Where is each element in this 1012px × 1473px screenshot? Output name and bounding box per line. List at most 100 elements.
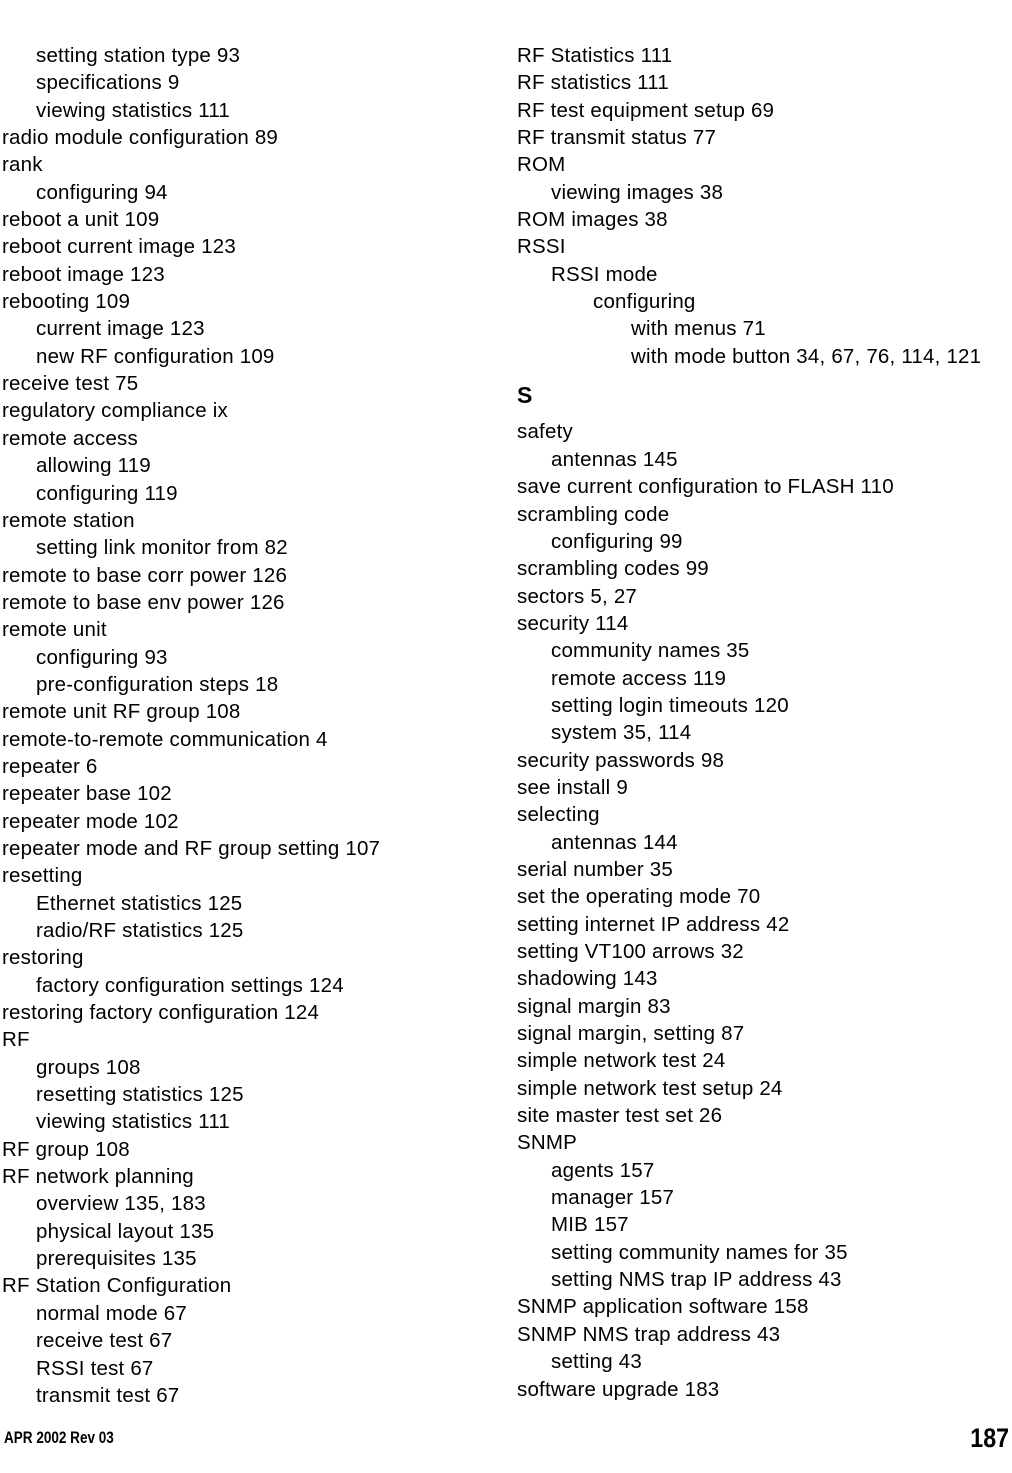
index-entry: resetting statistics 125 (36, 1083, 244, 1107)
index-entry: RF statistics 111 (517, 71, 669, 95)
index-page: setting station type 93 specifications 9 v… (0, 0, 1012, 1473)
index-entry: repeater mode and RF group setting 107 (2, 836, 381, 860)
index-entry: remote to base corr power 126 (2, 563, 288, 587)
index-entry: remote-to-remote communication 4 (2, 727, 328, 751)
index-entry: restoring (2, 946, 84, 970)
index-entry: antennas 145 (551, 447, 678, 471)
index-entry: setting link monitor from 82 (36, 536, 288, 560)
index-entry: RF transmit status 77 (517, 126, 717, 150)
index-entry: configuring 99 (551, 529, 683, 553)
index-entry: setting internet IP address 42 (517, 912, 790, 936)
index-entry: viewing images 38 (551, 180, 724, 204)
index-entry: setting station type 93 (36, 44, 241, 67)
index-entry: security passwords 98 (517, 748, 725, 772)
index-entry: scrambling codes 99 (517, 557, 709, 581)
index-entry: configuring 93 (36, 645, 168, 669)
index-entry: agents 157 (551, 1158, 655, 1182)
index-entry: simple network test 24 (517, 1049, 726, 1073)
index-column-right: RF Statistics 111 RF statistics 111 RF tes… (517, 42, 1012, 1403)
index-entry: signal margin, setting 87 (517, 1022, 745, 1046)
index-entry: new RF configuration 109 (36, 344, 275, 368)
index-entry: site master test set 26 (517, 1104, 723, 1128)
index-entry: radio/RF statistics 125 (36, 919, 244, 942)
index-entry: regulatory compliance ix (2, 399, 228, 423)
index-entry: safety (517, 420, 573, 444)
index-entry: set the operating mode 70 (517, 885, 761, 909)
index-entry: current image 123 (36, 317, 205, 341)
page-number: 187 (970, 1423, 1009, 1453)
index-entry: configuring 119 (36, 481, 178, 505)
index-entry: reboot a unit 109 (2, 208, 160, 232)
index-entry: RF group 108 (2, 1137, 130, 1161)
index-entry: transmit test 67 (36, 1383, 180, 1407)
index-entry: resetting (2, 864, 83, 888)
index-entry: shadowing 143 (517, 967, 658, 991)
index-entry: physical layout 135 (36, 1219, 215, 1243)
index-entry: viewing statistics 111 (36, 1110, 231, 1134)
index-entry: configuring (593, 290, 696, 314)
index-entry: configuring 94 (36, 180, 168, 204)
index-entry: setting 43 (551, 1350, 642, 1374)
index-entry: normal mode 67 (36, 1301, 188, 1325)
index-entry: software upgrade 183 (517, 1377, 720, 1401)
index-entry: receive test 67 (36, 1329, 173, 1353)
index-entry: pre-configuration steps 18 (36, 672, 279, 696)
index-column-left: setting station type 93 specifications 9 v… (2, 42, 472, 1409)
index-entry: setting login timeouts 120 (551, 693, 789, 717)
index-entry: RF Statistics 111 (517, 44, 673, 67)
index-entry: with menus 71 (631, 317, 766, 341)
index-entry: SNMP NMS trap address 43 (517, 1322, 781, 1346)
index-entry: system 35, 114 (551, 721, 692, 745)
index-entry: RF Station Configuration (2, 1274, 232, 1298)
index-entry: scrambling code (517, 502, 670, 526)
index-entry: setting NMS trap IP address 43 (551, 1268, 842, 1292)
index-entry: rank (2, 153, 43, 177)
index-entry: Ethernet statistics 125 (36, 891, 243, 915)
index-entry: security 114 (517, 611, 629, 635)
index-entry: setting VT100 arrows 32 (517, 940, 744, 963)
index-entry: RF test equipment setup 69 (517, 98, 775, 122)
index-entry: with mode button 34, 67, 76, 114, 121 (631, 344, 982, 368)
index-entry: overview 135, 183 (36, 1192, 206, 1216)
index-columns: setting station type 93 specifications 9 v… (0, 0, 1012, 1407)
index-entry: RF (2, 1028, 30, 1052)
index-entry: RSSI test 67 (36, 1356, 154, 1380)
index-entry: remote unit (2, 618, 107, 642)
index-entry: serial number 35 (517, 857, 673, 881)
index-entry: radio module configuration 89 (2, 126, 279, 150)
index-entry: simple network test setup 24 (517, 1076, 783, 1100)
index-entry: remote access (2, 426, 138, 450)
index-entry: selecting (517, 803, 600, 827)
index-entry: sectors 5, 27 (517, 584, 638, 608)
page-footer: APR 2002 Rev 03 187 (0, 1423, 1012, 1463)
index-entry: antennas 144 (551, 830, 678, 854)
index-entry: allowing 119 (36, 454, 151, 478)
index-entry: restoring factory configuration 124 (2, 1001, 320, 1025)
index-entry: manager 157 (551, 1186, 675, 1210)
index-entry: RF network planning (2, 1165, 194, 1189)
index-entry: specifications 9 (36, 71, 180, 95)
index-entry: see install 9 (517, 775, 628, 799)
index-entry: receive test 75 (2, 372, 139, 396)
index-entry: SNMP (517, 1131, 578, 1155)
index-entry: repeater mode 102 (2, 809, 179, 833)
footer-revision-note: APR 2002 Rev 03 (4, 1429, 114, 1447)
index-entry: prerequisites 135 (36, 1247, 197, 1271)
index-entry: remote station (2, 508, 135, 532)
index-entry: SNMP application software 158 (517, 1295, 809, 1319)
index-entry: reboot current image 123 (2, 235, 236, 259)
index-entry: groups 108 (36, 1055, 141, 1079)
index-entry: repeater 6 (2, 754, 98, 778)
index-entry: RSSI (517, 235, 566, 259)
index-entry: rebooting 109 (2, 290, 131, 314)
index-entry: signal margin 83 (517, 994, 671, 1018)
index-entry: viewing statistics 111 (36, 98, 231, 122)
index-entry: RSSI mode (551, 262, 658, 286)
index-entry: save current configuration to FLASH 110 (517, 475, 894, 499)
index-entry: MIB 157 (551, 1213, 629, 1237)
index-entry: repeater base 102 (2, 782, 172, 806)
index-entry: reboot image 123 (2, 262, 165, 286)
index-entry: ROM (517, 153, 566, 177)
index-entry: remote unit RF group 108 (2, 700, 241, 724)
index-entry: factory configuration settings 124 (36, 973, 344, 997)
